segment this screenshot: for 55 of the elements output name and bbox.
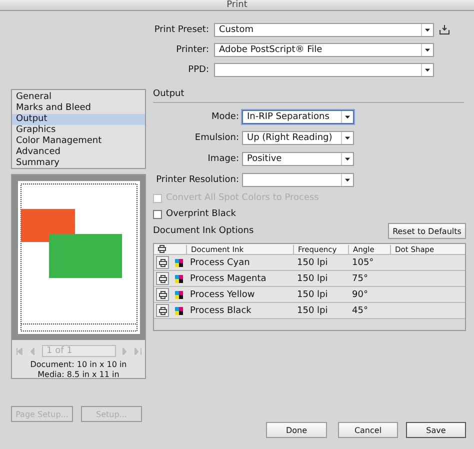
- checkbox[interactable]: [153, 210, 162, 218]
- print-toggle[interactable]: [156, 256, 169, 269]
- frequency-cell-text: 150 lpi: [296, 258, 329, 268]
- category-item[interactable]: Advanced: [12, 147, 145, 158]
- field-label: Mode:: [210, 112, 239, 122]
- print-toggle[interactable]: [156, 304, 169, 317]
- save-preset-icon[interactable]: [439, 25, 450, 35]
- category-item[interactable]: Graphics: [12, 125, 145, 136]
- process-ink-icon: [175, 306, 183, 314]
- dialog-button[interactable]: Cancel: [338, 422, 398, 438]
- select-field[interactable]: Positive: [242, 152, 354, 166]
- field-label: Printer Resolution:: [155, 175, 239, 185]
- process-ink-icon: [175, 258, 183, 266]
- process-ink-icon: [175, 274, 183, 282]
- print-toggle[interactable]: [156, 272, 169, 285]
- angle-cell-text: 105°: [351, 258, 375, 268]
- field-label: Emulsion:: [194, 133, 239, 143]
- select-field[interactable]: Adobe PostScript® File: [214, 43, 434, 57]
- checkbox-label: Overprint Black: [166, 209, 236, 219]
- angle-cell-text: 45°: [351, 306, 369, 316]
- print-toggle[interactable]: [156, 288, 169, 301]
- media-size: Media: 8.5 in x 11 in: [38, 370, 120, 380]
- section-heading: Document Ink Options: [153, 226, 254, 236]
- navigation-arrows-icon: [16, 348, 38, 354]
- section-heading: Output: [153, 89, 464, 103]
- reset-button[interactable]: Reset to Defaults: [388, 223, 466, 239]
- navigation-arrows-icon: [120, 348, 142, 354]
- field-label: Printer:: [175, 45, 209, 55]
- frequency-cell-text: 150 lpi: [296, 306, 329, 316]
- angle-cell-text: 75°: [351, 274, 369, 284]
- ink-name: Process Cyan: [189, 258, 251, 268]
- category-item[interactable]: General: [12, 92, 145, 103]
- ink-name: Process Black: [189, 306, 252, 316]
- select-field[interactable]: In-RIP Separations: [242, 110, 354, 124]
- dialog-button[interactable]: Save: [406, 422, 466, 438]
- category-item[interactable]: Color Management: [12, 136, 145, 147]
- category-item[interactable]: Summary: [12, 158, 145, 169]
- category-item[interactable]: Marks and Bleed: [12, 103, 145, 114]
- field-label: Image:: [206, 154, 239, 164]
- select-field[interactable]: [242, 173, 354, 187]
- window-title: Print: [226, 0, 248, 10]
- field-label: PPD:: [187, 65, 209, 75]
- field-label: Print Preset:: [153, 25, 209, 35]
- process-ink-icon: [175, 290, 183, 298]
- frequency-cell-text: 150 lpi: [296, 290, 329, 300]
- ink-name: Process Magenta: [189, 274, 268, 284]
- dialog-button[interactable]: Done: [266, 422, 327, 438]
- category-item[interactable]: Output: [12, 114, 145, 125]
- frequency-cell-text: 150 lpi: [296, 274, 329, 284]
- angle-cell-text: 90°: [351, 290, 369, 300]
- select-field[interactable]: Up (Right Reading): [242, 131, 354, 145]
- select-field[interactable]: Custom: [214, 23, 434, 37]
- document-size: Document: 10 in x 10 in: [30, 360, 127, 370]
- ink-name: Process Yellow: [189, 290, 256, 300]
- select-field[interactable]: [214, 63, 434, 77]
